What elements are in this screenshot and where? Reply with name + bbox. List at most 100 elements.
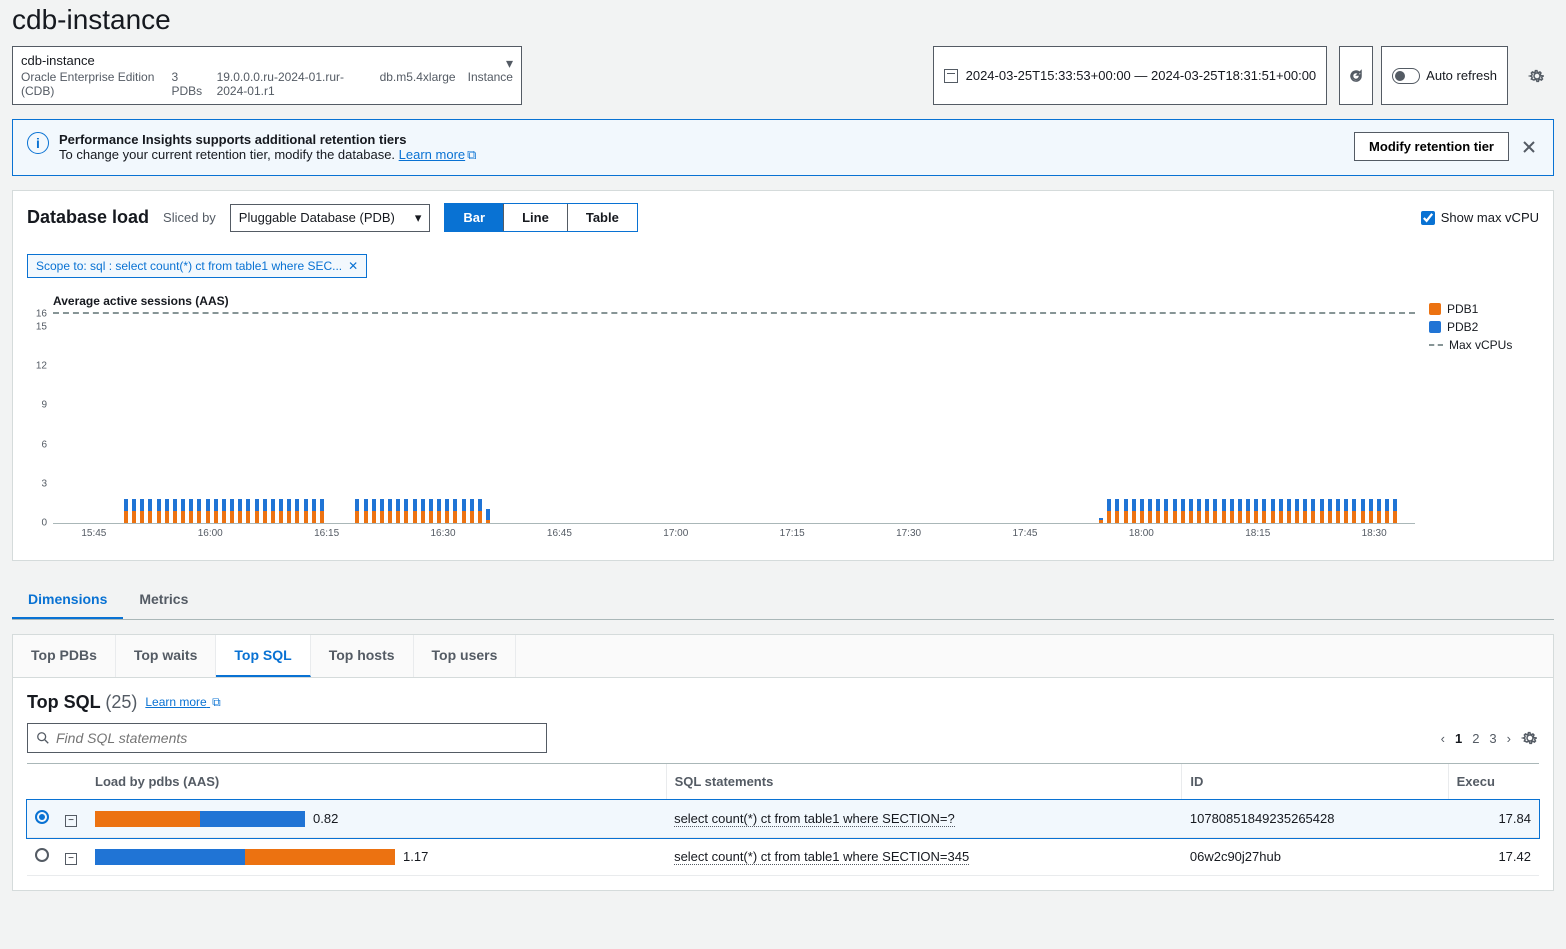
chart-bar[interactable] [320, 499, 324, 523]
chart-bar[interactable] [429, 499, 433, 523]
chart-bar[interactable] [230, 499, 234, 523]
scope-chip-remove[interactable]: ✕ [348, 259, 358, 273]
sql-search[interactable] [27, 723, 547, 753]
chart-bar[interactable] [1197, 499, 1201, 523]
chart-bar[interactable] [165, 499, 169, 523]
chart-bar[interactable] [1230, 499, 1234, 523]
row-expander[interactable]: − [65, 815, 77, 827]
subtab-top-waits[interactable]: Top waits [116, 635, 217, 677]
chart-bar[interactable] [238, 499, 242, 523]
chart-bar[interactable] [1295, 499, 1299, 523]
refresh-button[interactable] [1339, 46, 1373, 105]
chart-bar[interactable] [380, 499, 384, 523]
chart-bar[interactable] [470, 499, 474, 523]
chart-bar[interactable] [445, 499, 449, 523]
chart-bar[interactable] [140, 499, 144, 523]
chart-bar[interactable] [355, 499, 359, 523]
aas-chart[interactable]: 0369121516 [53, 314, 1415, 524]
chart-bar[interactable] [1336, 499, 1340, 523]
chart-bar[interactable] [1238, 499, 1242, 523]
chart-bar[interactable] [1385, 499, 1389, 523]
chart-bar[interactable] [173, 499, 177, 523]
chart-bar[interactable] [1115, 499, 1119, 523]
chart-bar[interactable] [132, 499, 136, 523]
chart-bar[interactable] [1222, 499, 1226, 523]
chart-bar[interactable] [1271, 499, 1275, 523]
chart-bar[interactable] [1311, 499, 1315, 523]
chart-bar[interactable] [1361, 499, 1365, 523]
chart-bar[interactable] [1140, 499, 1144, 523]
chart-bar[interactable] [287, 499, 291, 523]
row-expander[interactable]: − [65, 853, 77, 865]
chart-bar[interactable] [1181, 499, 1185, 523]
chart-bar[interactable] [413, 499, 417, 523]
row-radio[interactable] [35, 810, 49, 824]
view-bar[interactable]: Bar [445, 204, 503, 231]
chart-bar[interactable] [1352, 499, 1356, 523]
chart-bar[interactable] [214, 499, 218, 523]
time-range-selector[interactable]: 2024-03-25T15:33:53+00:00 — 2024-03-25T1… [933, 46, 1328, 105]
chart-bar[interactable] [1107, 499, 1111, 523]
page-next[interactable]: › [1507, 731, 1511, 746]
chart-bar[interactable] [1099, 518, 1103, 523]
chart-bar[interactable] [197, 499, 201, 523]
chart-bar[interactable] [255, 499, 259, 523]
chart-bar[interactable] [453, 499, 457, 523]
chart-bar[interactable] [246, 499, 250, 523]
row-radio[interactable] [35, 848, 49, 862]
sql-statement-link[interactable]: select count(*) ct from table1 where SEC… [674, 811, 955, 827]
subtab-top-hosts[interactable]: Top hosts [311, 635, 414, 677]
sql-statement-link[interactable]: select count(*) ct from table1 where SEC… [674, 849, 969, 865]
chart-bar[interactable] [271, 499, 275, 523]
page-1[interactable]: 1 [1455, 731, 1462, 746]
chart-bar[interactable] [388, 499, 392, 523]
sql-search-input[interactable] [56, 730, 538, 746]
show-max-vcpu-checkbox[interactable]: Show max vCPU [1421, 210, 1539, 225]
chart-bar[interactable] [1189, 499, 1193, 523]
chart-bar[interactable] [295, 499, 299, 523]
chart-bar[interactable] [1132, 499, 1136, 523]
chart-bar[interactable] [304, 499, 308, 523]
chart-bar[interactable] [279, 499, 283, 523]
col-sql[interactable]: SQL statements [666, 764, 1182, 800]
chart-bar[interactable] [1344, 499, 1348, 523]
chart-bar[interactable] [404, 499, 408, 523]
chart-bar[interactable] [1148, 499, 1152, 523]
chart-bar[interactable] [396, 499, 400, 523]
chart-bar[interactable] [1369, 499, 1373, 523]
chart-bar[interactable] [1320, 499, 1324, 523]
top-sql-learn-more-link[interactable]: Learn more ⧉ [145, 695, 220, 710]
chart-bar[interactable] [364, 499, 368, 523]
chart-bar[interactable] [1254, 499, 1258, 523]
chart-bar[interactable] [478, 499, 482, 523]
chart-bar[interactable] [1279, 499, 1283, 523]
page-3[interactable]: 3 [1489, 731, 1496, 746]
chart-bar[interactable] [1164, 499, 1168, 523]
view-table[interactable]: Table [567, 204, 637, 231]
auto-refresh-toggle[interactable]: Auto refresh [1381, 46, 1508, 105]
table-settings-button[interactable] [1521, 729, 1539, 747]
sliced-by-dropdown[interactable]: Pluggable Database (PDB) ▾ [230, 204, 431, 232]
chart-bar[interactable] [372, 499, 376, 523]
chart-bar[interactable] [157, 499, 161, 523]
chart-bar[interactable] [1328, 499, 1332, 523]
col-exec[interactable]: Execu [1448, 764, 1539, 800]
chart-bar[interactable] [1303, 499, 1307, 523]
chart-bar[interactable] [181, 499, 185, 523]
chart-bar[interactable] [1213, 499, 1217, 523]
chart-bar[interactable] [312, 499, 316, 523]
chart-bar[interactable] [189, 499, 193, 523]
col-load[interactable]: Load by pdbs (AAS) [87, 764, 666, 800]
instance-selector[interactable]: cdb-instance Oracle Enterprise Edition (… [12, 46, 522, 105]
chart-bar[interactable] [206, 499, 210, 523]
subtab-top-sql[interactable]: Top SQL [216, 635, 310, 677]
chart-bar[interactable] [1173, 499, 1177, 523]
chart-bar[interactable] [1156, 499, 1160, 523]
view-line[interactable]: Line [503, 204, 567, 231]
close-banner-button[interactable] [1519, 137, 1539, 157]
show-max-vcpu-input[interactable] [1421, 211, 1435, 225]
tab-dimensions[interactable]: Dimensions [12, 581, 123, 619]
chart-bar[interactable] [124, 499, 128, 523]
banner-learn-more-link[interactable]: Learn more⧉ [399, 147, 477, 162]
chart-bar[interactable] [486, 509, 490, 523]
